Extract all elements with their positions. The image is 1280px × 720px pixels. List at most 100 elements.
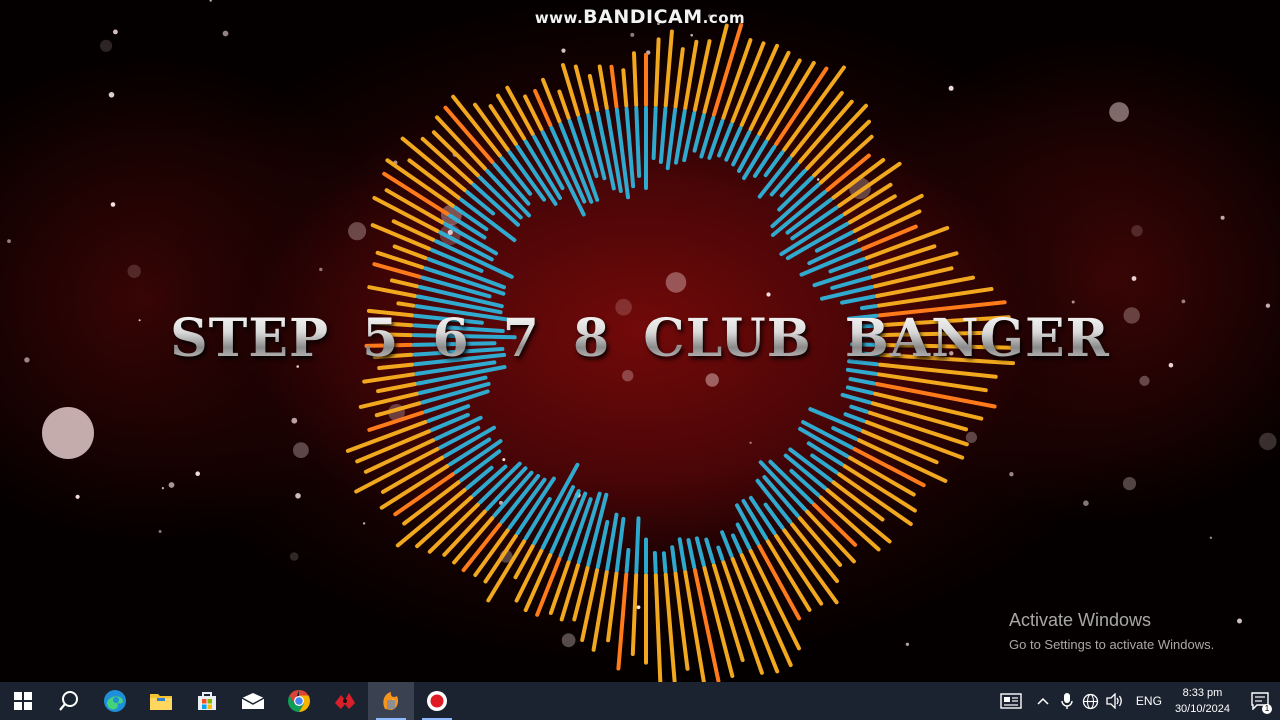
inner-spectrum-bar bbox=[720, 530, 734, 558]
start-button[interactable] bbox=[0, 682, 46, 720]
mail-button[interactable] bbox=[230, 682, 276, 720]
mail-icon bbox=[241, 693, 265, 709]
notification-center-button[interactable]: 1 bbox=[1240, 682, 1280, 720]
inner-spectrum-bar bbox=[704, 537, 716, 565]
outer-spectrum-bar bbox=[653, 37, 661, 108]
speaker-icon bbox=[1106, 693, 1122, 709]
chevron-up-icon bbox=[1037, 697, 1049, 705]
inner-spectrum-bar bbox=[843, 412, 866, 423]
inner-spectrum-bar bbox=[670, 545, 678, 573]
volume-button[interactable] bbox=[1103, 682, 1127, 720]
outer-spectrum-bar bbox=[673, 571, 690, 671]
bokeh-particle bbox=[113, 29, 118, 35]
inner-spectrum-bar bbox=[692, 113, 706, 153]
inner-spectrum-bar bbox=[665, 107, 678, 171]
chrome-icon bbox=[288, 690, 310, 712]
bokeh-particle bbox=[749, 441, 752, 444]
inner-spectrum-bar bbox=[845, 367, 878, 376]
bokeh-particle bbox=[348, 222, 367, 241]
fl-studio-icon bbox=[383, 692, 399, 710]
inner-spectrum-bar bbox=[737, 134, 760, 173]
inner-spectrum-bar bbox=[434, 239, 514, 279]
bokeh-particle bbox=[561, 48, 566, 53]
chrome-button[interactable] bbox=[276, 682, 322, 720]
news-widget-button[interactable] bbox=[991, 682, 1031, 720]
bokeh-glow bbox=[42, 407, 94, 459]
bandicam-watermark: www.BANDICAM.com bbox=[0, 6, 1280, 28]
audio-app-button[interactable] bbox=[322, 682, 368, 720]
outer-spectrum-bar bbox=[653, 572, 663, 682]
inner-spectrum-bar bbox=[848, 377, 876, 386]
edge-button[interactable] bbox=[92, 682, 138, 720]
store-icon bbox=[198, 692, 216, 710]
bokeh-particle bbox=[1109, 102, 1129, 122]
bokeh-particle bbox=[817, 178, 820, 181]
clock-time: 8:33 pm bbox=[1182, 687, 1223, 699]
inner-spectrum-bar bbox=[753, 144, 777, 178]
outer-spectrum-bar bbox=[395, 487, 467, 548]
outer-spectrum-bar bbox=[362, 372, 416, 384]
inner-spectrum-bar bbox=[845, 385, 874, 395]
bokeh-particle bbox=[168, 482, 175, 488]
outer-spectrum-bar bbox=[367, 285, 418, 298]
activate-heading: Activate Windows bbox=[1009, 610, 1152, 630]
outer-spectrum-bar bbox=[860, 224, 918, 251]
file-explorer-button[interactable] bbox=[138, 682, 184, 720]
outer-spectrum-bar bbox=[870, 251, 959, 279]
inner-spectrum-bar bbox=[814, 230, 854, 253]
inner-spectrum-bar bbox=[779, 168, 807, 198]
store-button[interactable] bbox=[184, 682, 230, 720]
outer-spectrum-bar bbox=[370, 223, 432, 251]
inner-spectrum-bar bbox=[651, 106, 658, 161]
notification-count-badge: 1 bbox=[1262, 704, 1272, 714]
inner-spectrum-bar bbox=[716, 545, 725, 562]
outer-spectrum-bar bbox=[663, 572, 677, 682]
bokeh-particle bbox=[561, 633, 576, 648]
record-icon bbox=[427, 691, 447, 711]
inner-spectrum-bar bbox=[758, 460, 807, 512]
outer-spectrum-bar bbox=[847, 194, 897, 225]
bokeh-particle bbox=[100, 39, 113, 52]
bandicam-button[interactable] bbox=[414, 682, 460, 720]
activate-windows-notice: Activate Windows Go to Settings to activ… bbox=[1009, 610, 1214, 652]
folder-icon bbox=[150, 694, 172, 710]
bokeh-particle bbox=[1131, 276, 1137, 281]
outer-spectrum-bar bbox=[597, 64, 609, 111]
search-button[interactable] bbox=[46, 682, 92, 720]
outer-spectrum-bar bbox=[392, 244, 428, 261]
bokeh-particle bbox=[1083, 500, 1089, 507]
outer-spectrum-bar bbox=[621, 68, 629, 108]
bokeh-particle bbox=[447, 229, 453, 235]
bokeh-particle bbox=[362, 522, 366, 525]
bokeh-particle bbox=[108, 92, 115, 98]
microphone-button[interactable] bbox=[1055, 682, 1079, 720]
bokeh-particle bbox=[291, 417, 298, 424]
fl-studio-button[interactable] bbox=[368, 682, 414, 720]
input-language-indicator[interactable]: ENG bbox=[1127, 694, 1171, 708]
search-icon bbox=[59, 691, 78, 711]
clock[interactable]: 8:33 pm 30/10/2024 bbox=[1171, 685, 1240, 717]
outer-spectrum-bar bbox=[630, 572, 639, 657]
bokeh-particle bbox=[1209, 536, 1213, 539]
outer-spectrum-bar bbox=[702, 23, 729, 115]
inner-spectrum-bar bbox=[694, 536, 706, 567]
bokeh-particle bbox=[766, 292, 771, 297]
network-button[interactable] bbox=[1079, 682, 1103, 720]
inner-spectrum-bar bbox=[808, 407, 862, 432]
clock-date: 30/10/2024 bbox=[1174, 703, 1230, 715]
watermark-suffix: .com bbox=[702, 9, 746, 27]
outer-spectrum-bar bbox=[587, 74, 600, 113]
outer-spectrum-bar bbox=[673, 47, 685, 109]
inner-spectrum-bar bbox=[416, 365, 507, 386]
bokeh-particle bbox=[195, 471, 200, 477]
bokeh-particle bbox=[1131, 225, 1143, 237]
outer-spectrum-bar bbox=[535, 556, 562, 617]
outer-spectrum-bar bbox=[523, 552, 553, 613]
bokeh-particle bbox=[1071, 300, 1075, 304]
outer-spectrum-bar bbox=[606, 571, 619, 643]
show-hidden-icons-button[interactable] bbox=[1031, 682, 1055, 720]
inner-spectrum-bar bbox=[789, 468, 821, 498]
bokeh-particle bbox=[319, 267, 323, 272]
inner-spectrum-bar bbox=[624, 548, 631, 574]
bokeh-particle bbox=[127, 264, 141, 278]
